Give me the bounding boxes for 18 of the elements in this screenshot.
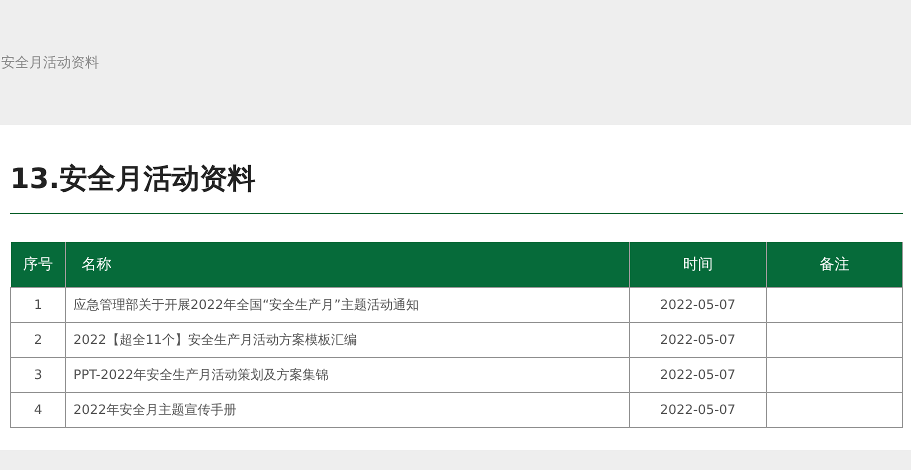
table-cell: 4 (10, 392, 66, 428)
column-header: 名称 (66, 242, 630, 288)
document-link[interactable]: PPT-2022年安全生产月活动策划及方案集锦 (66, 358, 630, 392)
table-cell: 2022-05-07 (629, 288, 766, 322)
document-link[interactable]: 应急管理部关于开展2022年全国“安全生产月”主题活动通知 (66, 288, 630, 322)
column-header: 时间 (629, 242, 766, 288)
column-header: 备注 (766, 242, 902, 288)
column-header: 序号 (10, 242, 66, 288)
table-cell: 1 (10, 288, 66, 322)
document-link[interactable]: 2022年安全月主题宣传手册 (66, 392, 630, 428)
page-heading: 13.安全月活动资料 (10, 161, 257, 197)
table-cell: 2 (10, 322, 66, 358)
table-cell: 2022-05-07 (629, 392, 766, 428)
table-cell: 2022-05-07 (629, 358, 766, 392)
table-cell: 2022-05-07 (629, 322, 766, 358)
document-link[interactable]: 2022【超全11个】安全生产月活动方案模板汇编 (66, 322, 630, 358)
breadcrumb-text: 安全月活动资料 (1, 54, 99, 72)
table-cell: 3 (10, 358, 66, 392)
